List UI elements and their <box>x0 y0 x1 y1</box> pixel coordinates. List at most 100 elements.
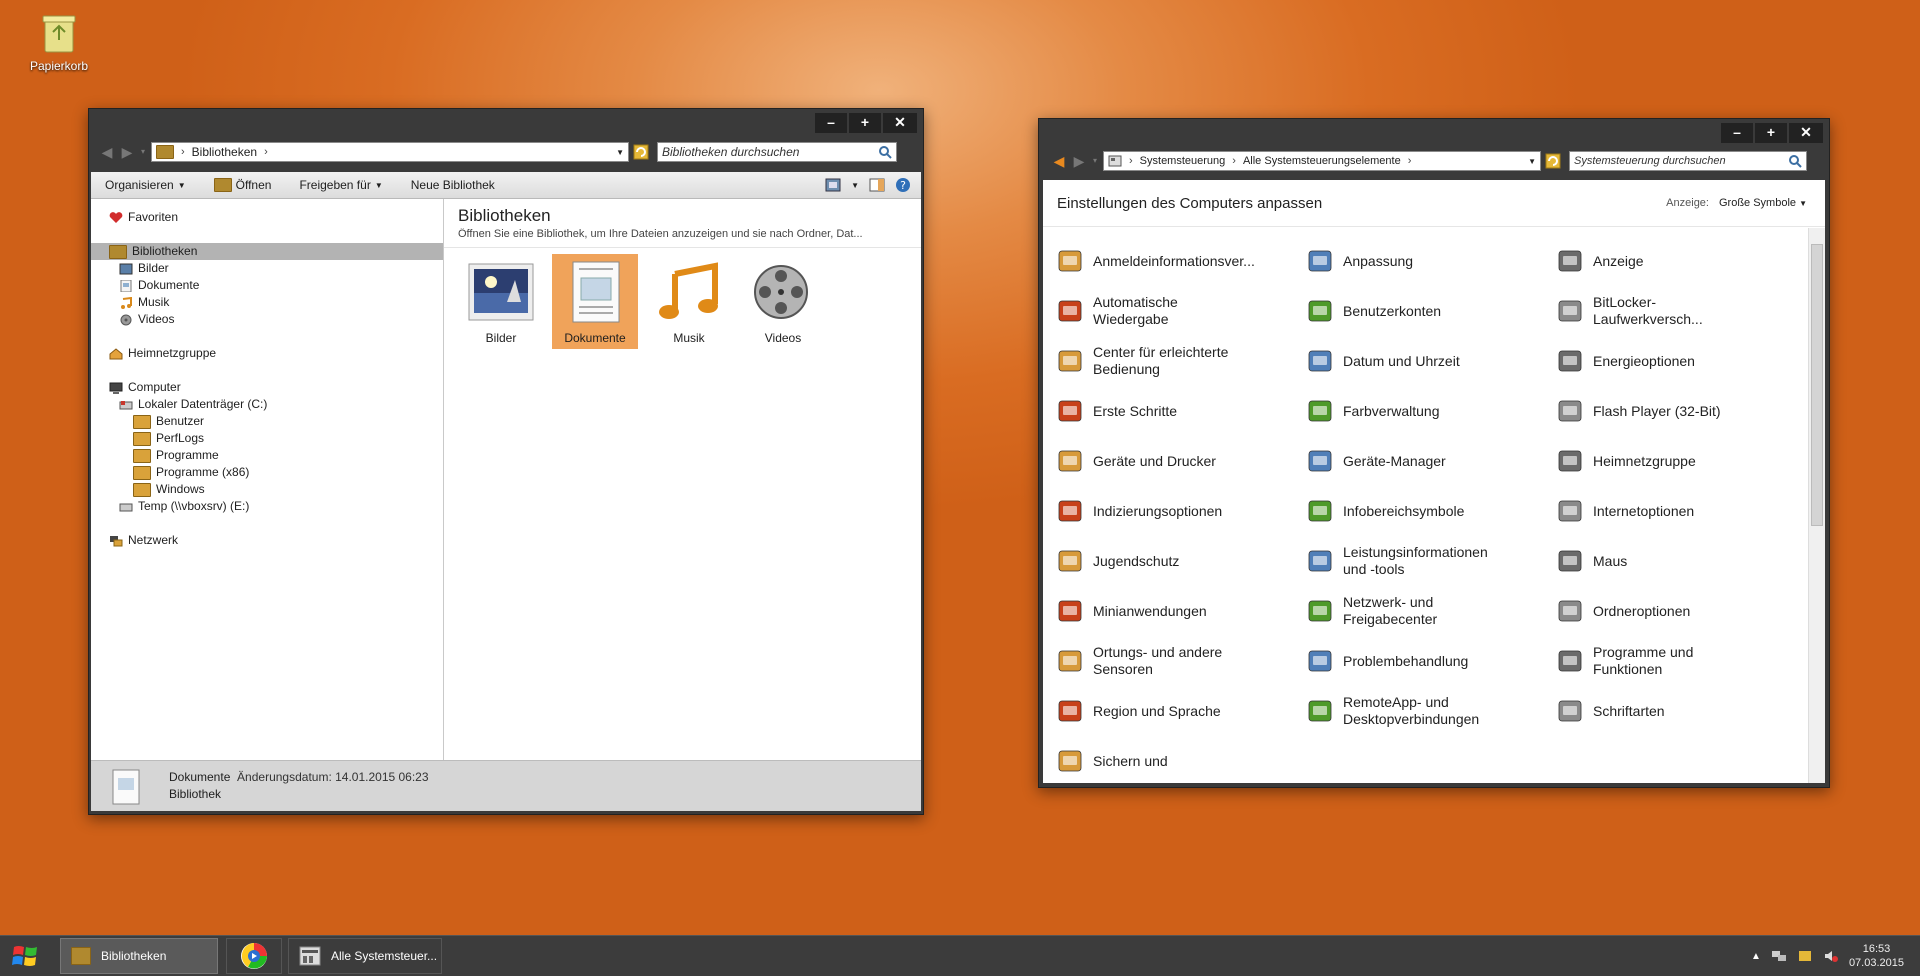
minimize-button[interactable]: – <box>1721 123 1753 143</box>
back-arrow-icon[interactable]: ◀ <box>1049 150 1069 172</box>
cp-item[interactable]: Energieoptionen <box>1557 342 1757 380</box>
cp-item[interactable]: BitLocker-Laufwerkversch... <box>1557 292 1757 330</box>
cp-item[interactable]: Anmeldeinformationsver... <box>1057 242 1257 280</box>
scrollbar-thumb[interactable] <box>1811 244 1823 526</box>
open-button[interactable]: Öffnen <box>200 178 286 192</box>
cp-item[interactable]: Sichern und <box>1057 742 1257 780</box>
close-button[interactable]: ✕ <box>1789 123 1823 143</box>
cp-item[interactable]: Anpassung <box>1307 242 1507 280</box>
search-input[interactable]: Systemsteuerung durchsuchen <box>1569 151 1807 171</box>
library-music[interactable]: Musik <box>646 254 732 349</box>
cp-item[interactable]: Indizierungsoptionen <box>1057 492 1257 530</box>
taskbar-explorer-button[interactable]: Bibliotheken <box>60 938 218 974</box>
nav-lib-videos[interactable]: Videos <box>91 311 443 328</box>
nav-lib-music[interactable]: Musik <box>91 294 443 311</box>
cp-item[interactable]: Netzwerk- und Freigabecenter <box>1307 592 1507 630</box>
maximize-button[interactable]: + <box>849 113 881 133</box>
taskbar-media-player-button[interactable] <box>226 938 282 974</box>
back-arrow-icon[interactable]: ◀ <box>97 141 117 163</box>
address-bar[interactable]: › Bibliotheken › ▼ <box>151 142 629 162</box>
start-button[interactable] <box>8 941 42 971</box>
cp-item[interactable]: Heimnetzgruppe <box>1557 442 1757 480</box>
cp-item[interactable]: Datum und Uhrzeit <box>1307 342 1507 380</box>
maximize-button[interactable]: + <box>1755 123 1787 143</box>
cp-item[interactable]: Schriftarten <box>1557 692 1757 730</box>
organize-button[interactable]: Organisieren ▼ <box>91 178 200 192</box>
library-documents[interactable]: Dokumente <box>552 254 638 349</box>
cp-item[interactable]: Flash Player (32-Bit) <box>1557 392 1757 430</box>
cp-item[interactable]: Automatische Wiedergabe <box>1057 292 1257 330</box>
cp-item[interactable]: Center für erleichterte Bedienung <box>1057 342 1257 380</box>
nav-computer[interactable]: Computer <box>91 379 443 396</box>
breadcrumb-systemsteuerung[interactable]: Systemsteuerung <box>1140 155 1226 167</box>
address-dropdown-icon[interactable]: ▼ <box>1528 157 1536 166</box>
cp-item[interactable]: Internetoptionen <box>1557 492 1757 530</box>
cp-item[interactable]: Ordneroptionen <box>1557 592 1757 630</box>
help-icon[interactable]: ? <box>895 177 911 193</box>
explorer-titlebar[interactable]: – + ✕ <box>89 109 923 133</box>
nav-folder-perflogs[interactable]: PerfLogs <box>91 430 443 447</box>
cp-item[interactable]: Geräte und Drucker <box>1057 442 1257 480</box>
cp-item[interactable]: Region und Sprache <box>1057 692 1257 730</box>
cp-item[interactable]: Infobereichsymbole <box>1307 492 1507 530</box>
share-button[interactable]: Freigeben für ▼ <box>285 178 396 192</box>
cp-item[interactable]: Erste Schritte <box>1057 392 1257 430</box>
recent-pages-chevron-icon[interactable]: ▾ <box>1089 150 1101 172</box>
search-icon[interactable] <box>1788 154 1802 168</box>
recent-pages-chevron-icon[interactable]: ▾ <box>137 141 149 163</box>
address-segment[interactable]: Bibliotheken <box>192 145 257 159</box>
network-status-icon[interactable] <box>1771 949 1787 963</box>
show-hidden-icons-icon[interactable]: ▲ <box>1751 951 1761 962</box>
cp-item[interactable]: Anzeige <box>1557 242 1757 280</box>
view-options-icon[interactable] <box>825 178 841 192</box>
speaker-mute-icon[interactable] <box>1823 949 1839 963</box>
cp-item[interactable]: Geräte-Manager <box>1307 442 1507 480</box>
forward-arrow-icon[interactable]: ▶ <box>117 141 137 163</box>
recycle-bin-desktop-icon[interactable]: Papierkorb <box>24 8 94 73</box>
refresh-icon[interactable] <box>633 144 649 160</box>
cp-item[interactable]: Leistungsinformationen und -tools <box>1307 542 1507 580</box>
close-button[interactable]: ✕ <box>883 113 917 133</box>
new-library-button[interactable]: Neue Bibliothek <box>397 178 509 192</box>
nav-folder-programme-x86[interactable]: Programme (x86) <box>91 464 443 481</box>
nav-folder-benutzer[interactable]: Benutzer <box>91 413 443 430</box>
breadcrumb-alle-elemente[interactable]: Alle Systemsteuerungselemente <box>1243 155 1401 167</box>
view-selector[interactable]: Große Symbole ▼ <box>1719 197 1807 209</box>
cp-item[interactable]: Minianwendungen <box>1057 592 1257 630</box>
cp-item[interactable]: Farbverwaltung <box>1307 392 1507 430</box>
clock[interactable]: 16:53 07.03.2015 <box>1849 942 1904 970</box>
nav-homegroup[interactable]: Heimnetzgruppe <box>91 345 443 362</box>
cp-item[interactable]: Maus <box>1557 542 1757 580</box>
vertical-scrollbar[interactable] <box>1808 228 1825 783</box>
view-dropdown-icon[interactable]: ▼ <box>851 181 859 190</box>
search-input[interactable]: Bibliotheken durchsuchen <box>657 142 897 162</box>
nav-lib-pictures[interactable]: Bilder <box>91 260 443 277</box>
cp-item[interactable]: Problembehandlung <box>1307 642 1507 680</box>
preview-pane-icon[interactable] <box>869 178 885 192</box>
address-bar[interactable]: › Systemsteuerung › Alle Systemsteuerung… <box>1103 151 1541 171</box>
action-center-icon[interactable] <box>1797 949 1813 963</box>
library-videos[interactable]: Videos <box>740 254 826 349</box>
library-pictures[interactable]: Bilder <box>458 254 544 349</box>
address-dropdown-icon[interactable]: ▼ <box>616 148 624 157</box>
cp-item[interactable]: Jugendschutz <box>1057 542 1257 580</box>
cp-item[interactable]: Ortungs- und andere Sensoren <box>1057 642 1257 680</box>
search-icon[interactable] <box>878 145 892 159</box>
nav-folder-windows[interactable]: Windows <box>91 481 443 498</box>
forward-arrow-icon[interactable]: ▶ <box>1069 150 1089 172</box>
taskbar-control-panel-button[interactable]: Alle Systemsteuer... <box>288 938 442 974</box>
nav-favorites[interactable]: Favoriten <box>91 209 443 226</box>
nav-folder-programme[interactable]: Programme <box>91 447 443 464</box>
nav-network[interactable]: Netzwerk <box>91 532 443 549</box>
nav-drive-e[interactable]: Temp (\\vboxsrv) (E:) <box>91 498 443 515</box>
refresh-icon[interactable] <box>1545 153 1561 169</box>
nav-libraries[interactable]: Bibliotheken <box>91 243 443 260</box>
libraries-icon <box>109 244 127 259</box>
minimize-button[interactable]: – <box>815 113 847 133</box>
nav-drive-c[interactable]: Lokaler Datenträger (C:) <box>91 396 443 413</box>
control-panel-titlebar[interactable]: – + ✕ <box>1039 119 1829 143</box>
cp-item[interactable]: RemoteApp- und Desktopverbindungen <box>1307 692 1507 730</box>
cp-item[interactable]: Programme und Funktionen <box>1557 642 1757 680</box>
cp-item[interactable]: Benutzerkonten <box>1307 292 1507 330</box>
nav-lib-documents[interactable]: Dokumente <box>91 277 443 294</box>
